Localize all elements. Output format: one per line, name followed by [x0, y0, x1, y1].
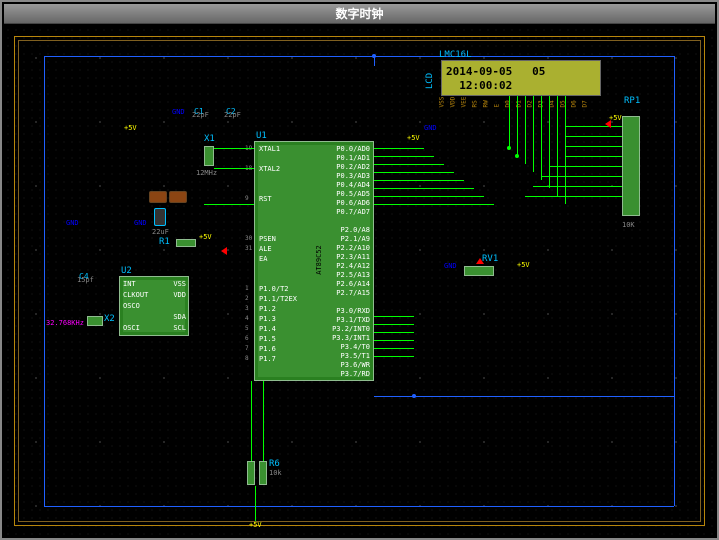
x2-val: 32.768KHz: [46, 319, 84, 327]
pin-arrow: [221, 247, 227, 255]
r6-val: 10k: [269, 469, 282, 477]
r5-res[interactable]: [247, 461, 255, 485]
mcu-pin-left: P1.0/T2: [259, 285, 289, 293]
pin-arrow: [605, 120, 611, 128]
mcu-pin-right: P3.4/T0: [326, 343, 370, 351]
c2-val: 22pF: [224, 111, 241, 119]
mcu-pin-left: PSEN: [259, 235, 276, 243]
mcu-ref: U1: [256, 131, 267, 141]
v5-label-2: +5V: [199, 233, 212, 241]
mcu-pin-right: P3.5/T1: [326, 352, 370, 360]
lcd-pin: VSS: [439, 97, 446, 108]
x2-crystal[interactable]: [87, 316, 103, 326]
mcu-pin-right: P0.5/AD5: [326, 190, 370, 198]
r1[interactable]: [176, 239, 196, 247]
lcd-pin: E: [494, 104, 501, 108]
mcu-pin-left: P1.3: [259, 315, 276, 323]
rp1-ref: RP1: [624, 96, 640, 106]
title-bar: 数字时钟: [4, 4, 715, 24]
lcd-pin: VEE: [461, 97, 468, 108]
mcu-pin-left: EA: [259, 255, 267, 263]
rv1-ref: RV1: [482, 254, 498, 264]
gnd-label-2: GND: [134, 219, 147, 227]
mcu-pin-left: RST: [259, 195, 272, 203]
x1-crystal[interactable]: [204, 146, 214, 166]
c4-val: 15pf: [77, 276, 94, 284]
gnd-label-5: GND: [172, 108, 185, 116]
lcd-pin: RS: [472, 100, 479, 107]
mcu-pin-left: P1.2: [259, 305, 276, 313]
mcu-pin-right: P0.7/AD7: [326, 208, 370, 216]
v5-label-1: +5V: [124, 124, 137, 132]
reset-button[interactable]: [149, 191, 167, 203]
lcd-display: 2014-09-05 05 12:00:02: [441, 60, 601, 96]
mcu-pin-right: P0.0/AD0: [326, 145, 370, 153]
rtc-part: PCF8563: [121, 338, 151, 346]
rv1[interactable]: [464, 266, 494, 276]
lcd-pin: D0: [505, 100, 512, 107]
mcu-pin-right: P2.6/A14: [326, 280, 370, 288]
v5-label-3: +5V: [407, 134, 420, 142]
mcu-pin-right: P2.2/A10: [326, 244, 370, 252]
mcu-pin-right: P0.1/AD1: [326, 154, 370, 162]
mcu-pin-right: P0.3/AD3: [326, 172, 370, 180]
mcu-pin-right: P0.6/AD6: [326, 199, 370, 207]
mcu-pin-right: P2.4/A12: [326, 262, 370, 270]
lcd-part-label: LMC16L: [439, 50, 472, 60]
rtc-ref: U2: [121, 266, 132, 276]
mcu-pin-left: P1.5: [259, 335, 276, 343]
gnd-label-4: GND: [444, 262, 457, 270]
mcu-pin-left: P1.7: [259, 355, 276, 363]
gnd-label-1: GND: [66, 219, 79, 227]
schematic-canvas[interactable]: U1 AT89C52 XTAL119XTAL218RST9PSEN30ALE31…: [4, 26, 715, 536]
mcu-pin-right: P3.1/TXD: [326, 316, 370, 324]
mcu-pin-right: P0.4/AD4: [326, 181, 370, 189]
mcu-pin-right: P2.1/A9: [326, 235, 370, 243]
v5-label-6: +5V: [517, 261, 530, 269]
lcd-pin: VDD: [450, 97, 457, 108]
mcu-pin-left: P1.4: [259, 325, 276, 333]
v5-label-5: +5V: [249, 521, 262, 529]
mcu-pin-right: P3.2/INT0: [326, 325, 370, 333]
mcu-pin-right: P2.0/A8: [326, 226, 370, 234]
x1-ref: X1: [204, 134, 215, 144]
mcu-pin-right: P3.0/RXD: [326, 307, 370, 315]
c1-val: 22pF: [192, 111, 209, 119]
mcu-pin-left: ALE: [259, 245, 272, 253]
mcu-pin-right: P3.3/INT1: [326, 334, 370, 342]
mcu-pin-right: P2.7/A15: [326, 289, 370, 297]
mcu-pin-left: P1.1/T2EX: [259, 295, 297, 303]
mcu-pin-right: P3.7/RD: [326, 370, 370, 378]
lcd-line2: 12:00:02: [446, 79, 596, 93]
c3-cap[interactable]: [154, 208, 166, 226]
lcd-pin: D7: [582, 100, 589, 107]
lcd-pin: RW: [483, 100, 490, 107]
gnd-label-3: GND: [424, 124, 437, 132]
rp1[interactable]: [622, 116, 640, 216]
mcu-pin-right: P2.5/A13: [326, 271, 370, 279]
rv1-wiper: [476, 258, 484, 264]
mcu-pin-right: P0.2/AD2: [326, 163, 370, 171]
reset-button-2[interactable]: [169, 191, 187, 203]
mcu-pin-right: P3.6/WR: [326, 361, 370, 369]
c3-val: 22uF: [152, 228, 169, 236]
mcu-pin-left: XTAL1: [259, 145, 280, 153]
r1-ref: R1: [159, 237, 170, 247]
rp1-val: 10K: [622, 221, 635, 229]
lcd-line1: 2014-09-05 05: [446, 65, 596, 79]
mcu-pin-left: P1.6: [259, 345, 276, 353]
mcu-pin-left: XTAL2: [259, 165, 280, 173]
r6-res[interactable]: [259, 461, 267, 485]
r6-ref: R6: [269, 459, 280, 469]
lcd-ref-label: LCD: [425, 73, 435, 89]
x1-val: 12MHz: [196, 169, 217, 177]
mcu-pin-right: P2.3/A11: [326, 253, 370, 261]
x2-ref: X2: [104, 314, 115, 324]
lcd-pin: D6: [571, 100, 578, 107]
mcu-part: AT89C52: [315, 245, 323, 275]
